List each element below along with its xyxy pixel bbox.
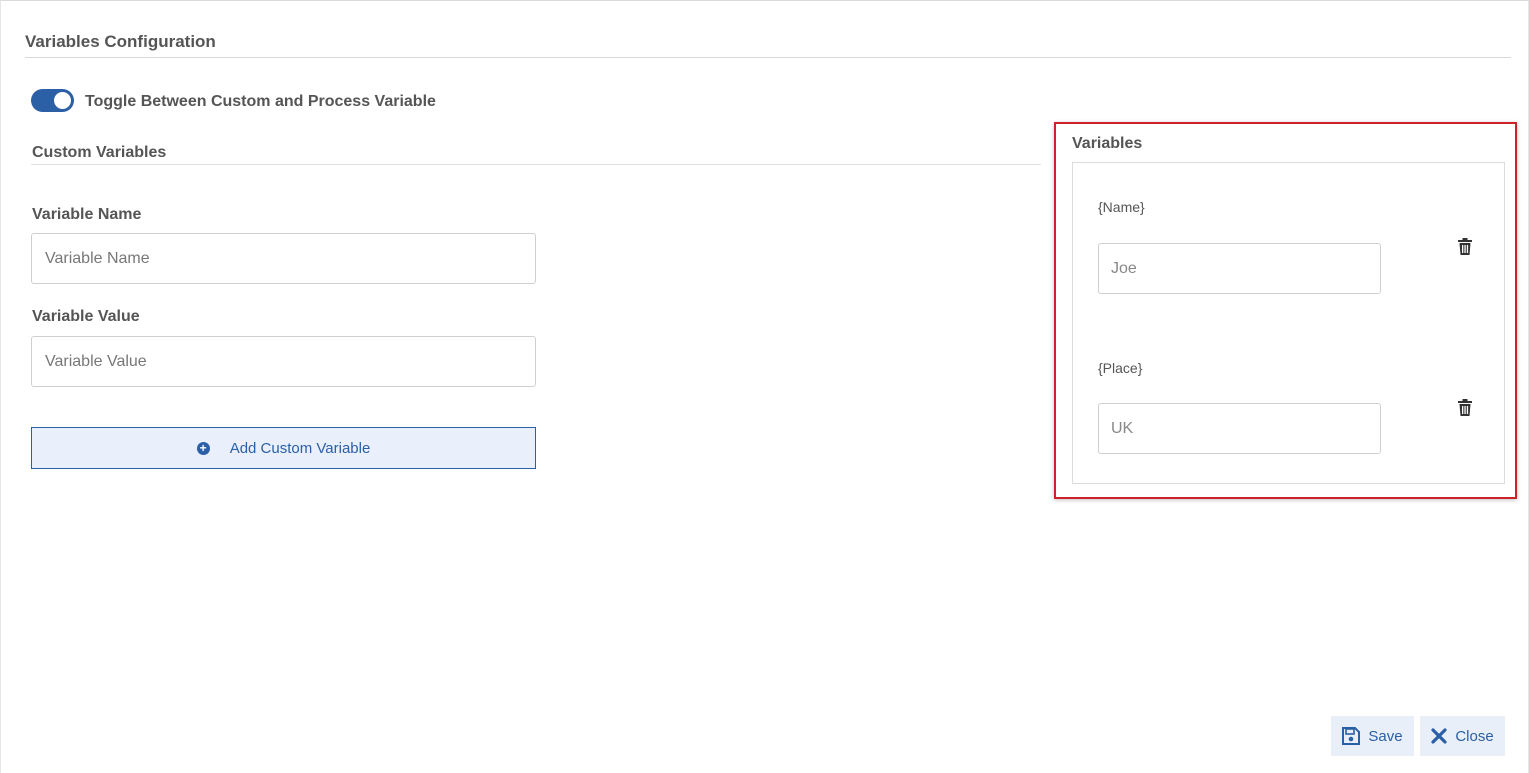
- plus-circle-icon: +: [196, 441, 210, 455]
- close-label: Close: [1455, 727, 1494, 745]
- variable-input-name[interactable]: [1098, 243, 1381, 294]
- variable-name-label: Variable Name: [32, 206, 142, 223]
- variables-panel: Variables {Name} {Place}: [1054, 122, 1517, 499]
- trash-icon[interactable]: [1458, 238, 1472, 255]
- page-title: Variables Configuration: [25, 32, 216, 51]
- save-button[interactable]: Save: [1331, 716, 1414, 756]
- custom-process-toggle[interactable]: [31, 89, 74, 112]
- toggle-label: Toggle Between Custom and Process Variab…: [85, 93, 436, 110]
- variable-input-place[interactable]: [1098, 403, 1381, 454]
- trash-icon[interactable]: [1458, 399, 1472, 416]
- save-label: Save: [1368, 727, 1403, 745]
- variable-key-name: {Name}: [1098, 199, 1145, 215]
- variable-value-label: Variable Value: [32, 308, 140, 325]
- variable-key-place: {Place}: [1098, 360, 1143, 376]
- title-divider: [25, 57, 1511, 58]
- close-icon: [1431, 728, 1447, 744]
- variables-panel-title: Variables: [1072, 135, 1143, 152]
- variables-list: {Name} {Place}: [1072, 162, 1505, 484]
- variable-name-input[interactable]: [31, 233, 536, 284]
- close-button[interactable]: Close: [1420, 716, 1505, 756]
- add-custom-variable-button[interactable]: + Add Custom Variable: [31, 427, 536, 469]
- section-divider: [31, 164, 1041, 165]
- toggle-knob: [54, 92, 71, 109]
- add-custom-variable-label: Add Custom Variable: [229, 439, 371, 457]
- variable-value-input[interactable]: [31, 336, 536, 387]
- custom-variables-heading: Custom Variables: [32, 144, 167, 161]
- save-icon: [1342, 727, 1361, 745]
- dialog-frame: Variables Configuration Toggle Between C…: [0, 0, 1529, 773]
